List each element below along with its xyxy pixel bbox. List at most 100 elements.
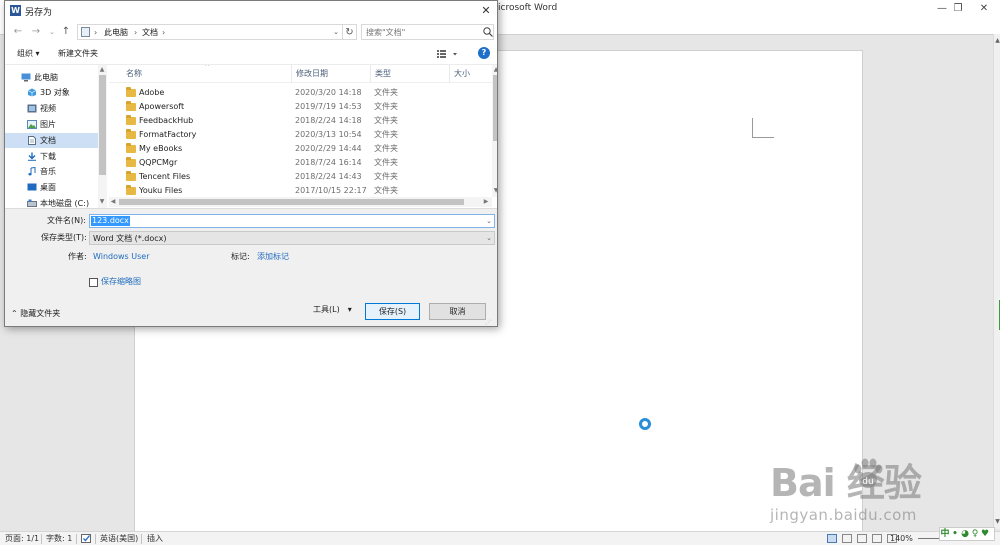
file-list-hscrollbar[interactable]: ◀ ▶ bbox=[109, 197, 492, 207]
scroll-right-icon[interactable]: ▶ bbox=[482, 198, 490, 206]
nav-item-desktop[interactable]: 桌面 bbox=[5, 180, 98, 195]
zoom-slider[interactable] bbox=[918, 538, 940, 539]
author-value[interactable]: Windows User bbox=[93, 251, 150, 263]
search-box[interactable] bbox=[361, 24, 494, 40]
zoom-level[interactable]: 140% bbox=[890, 533, 913, 545]
nav-item-pictures[interactable]: 图片 bbox=[5, 117, 98, 132]
cube-icon bbox=[27, 88, 37, 97]
scroll-down-icon[interactable]: ▼ bbox=[994, 517, 1000, 527]
file-row[interactable]: My eBooks 2020/2/29 14:44 文件夹 bbox=[109, 142, 492, 156]
ime-toolbar[interactable]: 中 • ◕ ♀ ♥ bbox=[939, 527, 995, 541]
breadcrumb-documents[interactable]: 文档 bbox=[142, 26, 158, 39]
filename-value[interactable]: 123.docx bbox=[91, 216, 130, 226]
recent-locations-icon[interactable]: ⌄ bbox=[45, 24, 59, 40]
nav-item-local-disk[interactable]: 本地磁盘 (C:) bbox=[5, 196, 98, 208]
save-thumbnail-label[interactable]: 保存缩略图 bbox=[101, 276, 141, 288]
full-screen-reading-icon[interactable] bbox=[842, 534, 852, 543]
search-input[interactable] bbox=[362, 25, 480, 39]
nav-item-this-pc[interactable]: 此电脑 bbox=[5, 70, 98, 85]
column-divider[interactable] bbox=[370, 65, 371, 83]
print-layout-icon[interactable] bbox=[827, 534, 837, 543]
column-divider[interactable] bbox=[449, 65, 450, 83]
address-bar[interactable]: › 此电脑 › 文档 › ⌄ bbox=[77, 24, 343, 40]
filename-field[interactable]: 123.docx ⌄ bbox=[89, 214, 495, 228]
change-view-button[interactable] bbox=[436, 48, 460, 60]
ime-shirt-icon[interactable]: ♥ bbox=[980, 528, 990, 540]
file-row[interactable]: Tencent Files 2018/2/24 14:43 文件夹 bbox=[109, 170, 492, 184]
nav-scroll-thumb[interactable] bbox=[99, 75, 106, 175]
breadcrumb-chevron-icon[interactable]: › bbox=[94, 26, 97, 39]
file-row[interactable]: QQPCMgr 2018/7/24 16:14 文件夹 bbox=[109, 156, 492, 170]
add-tags-link[interactable]: 添加标记 bbox=[257, 251, 289, 263]
file-row[interactable]: Youku Files 2017/10/15 22:17 文件夹 bbox=[109, 184, 492, 198]
nav-item-3d-objects[interactable]: 3D 对象 bbox=[5, 85, 98, 100]
hide-folders-button[interactable]: ⌃ 隐藏文件夹 bbox=[11, 308, 60, 320]
scroll-up-icon[interactable]: ▲ bbox=[98, 66, 106, 74]
cancel-button[interactable]: 取消 bbox=[429, 303, 486, 320]
forward-arrow-icon[interactable]: → bbox=[29, 24, 43, 40]
file-type: 文件夹 bbox=[374, 116, 398, 125]
breadcrumb-chevron-icon[interactable]: › bbox=[162, 26, 165, 39]
dialog-titlebar[interactable]: W 另存为 ✕ bbox=[5, 1, 497, 21]
scroll-up-icon[interactable]: ▲ bbox=[994, 36, 1000, 46]
file-type: 文件夹 bbox=[374, 88, 398, 97]
column-name[interactable]: 名称 bbox=[126, 68, 142, 80]
save-thumbnail-checkbox[interactable] bbox=[89, 278, 98, 287]
ime-skin-icon[interactable]: ♀ bbox=[970, 528, 980, 540]
nav-item-downloads[interactable]: 下载 bbox=[5, 149, 98, 164]
status-insert-mode[interactable]: 插入 bbox=[147, 533, 163, 545]
column-size[interactable]: 大小 bbox=[454, 68, 470, 80]
file-row[interactable]: Adobe 2020/3/20 14:18 文件夹 bbox=[109, 86, 492, 100]
column-type[interactable]: 类型 bbox=[375, 68, 391, 80]
breadcrumb-chevron-icon[interactable]: › bbox=[134, 26, 137, 39]
back-arrow-icon[interactable]: ← bbox=[11, 24, 25, 40]
filetype-select[interactable]: Word 文档 (*.docx) ⌄ bbox=[89, 231, 495, 245]
ime-chinese-icon[interactable]: 中 bbox=[940, 528, 950, 540]
outline-icon[interactable] bbox=[872, 534, 882, 543]
nav-item-documents[interactable]: 文档 bbox=[5, 133, 98, 148]
refresh-button[interactable]: ↻ bbox=[343, 24, 357, 40]
tools-button[interactable]: 工具(L) ▾ bbox=[313, 304, 352, 316]
dialog-close-button[interactable]: ✕ bbox=[475, 1, 497, 21]
document-scrollbar[interactable]: ▲ ▼ bbox=[993, 34, 1000, 529]
column-divider[interactable] bbox=[291, 65, 292, 83]
proofing-icon[interactable] bbox=[81, 533, 92, 545]
address-dropdown-icon[interactable]: ⌄ bbox=[330, 25, 342, 39]
nav-item-music[interactable]: 音乐 bbox=[5, 164, 98, 179]
nav-item-label: 文档 bbox=[40, 136, 56, 145]
file-list-hscroll-thumb[interactable] bbox=[119, 199, 464, 205]
new-folder-button[interactable]: 新建文件夹 bbox=[58, 48, 98, 60]
file-row[interactable]: FormatFactory 2020/3/13 10:54 文件夹 bbox=[109, 128, 492, 142]
scroll-down-icon[interactable]: ▼ bbox=[98, 198, 106, 206]
nav-item-videos[interactable]: 视频 bbox=[5, 101, 98, 116]
search-icon[interactable] bbox=[482, 26, 494, 38]
file-row[interactable]: Apowersoft 2019/7/19 14:53 文件夹 bbox=[109, 100, 492, 114]
status-page[interactable]: 页面: 1/1 bbox=[5, 533, 39, 545]
status-words[interactable]: 字数: 1 bbox=[46, 533, 72, 545]
file-list-vscroll-thumb[interactable] bbox=[493, 75, 497, 141]
chevron-up-icon: ⌃ bbox=[11, 309, 21, 318]
file-list-vscrollbar[interactable]: ▲ ▼ bbox=[492, 65, 497, 197]
up-arrow-icon[interactable]: ↑ bbox=[59, 24, 73, 40]
scroll-left-icon[interactable]: ◀ bbox=[109, 198, 117, 206]
help-icon[interactable]: ? bbox=[478, 47, 490, 59]
nav-item-label: 本地磁盘 (C:) bbox=[40, 199, 90, 208]
chevron-down-icon[interactable]: ⌄ bbox=[486, 232, 492, 245]
scroll-up-icon[interactable]: ▲ bbox=[492, 66, 497, 74]
save-button[interactable]: 保存(S) bbox=[365, 303, 420, 320]
resize-grip-icon[interactable]: ⋰ bbox=[485, 319, 491, 326]
organize-button[interactable]: 组织 ▾ bbox=[17, 48, 40, 60]
folder-icon bbox=[126, 101, 136, 111]
file-row[interactable]: FeedbackHub 2018/2/24 14:18 文件夹 bbox=[109, 114, 492, 128]
loading-spinner-icon bbox=[639, 418, 651, 430]
breadcrumb-this-pc[interactable]: 此电脑 bbox=[104, 26, 128, 39]
nav-scrollbar[interactable]: ▲ ▼ bbox=[98, 65, 107, 208]
ime-punct-icon[interactable]: • bbox=[950, 528, 960, 540]
chevron-down-icon[interactable]: ⌄ bbox=[486, 215, 492, 228]
column-date[interactable]: 修改日期 bbox=[296, 68, 328, 80]
web-layout-icon[interactable] bbox=[857, 534, 867, 543]
close-button[interactable]: ✕ bbox=[968, 0, 1000, 20]
status-language[interactable]: 英语(美国) bbox=[100, 533, 138, 545]
ime-moon-icon[interactable]: ◕ bbox=[960, 528, 970, 540]
scroll-down-icon[interactable]: ▼ bbox=[492, 187, 497, 195]
